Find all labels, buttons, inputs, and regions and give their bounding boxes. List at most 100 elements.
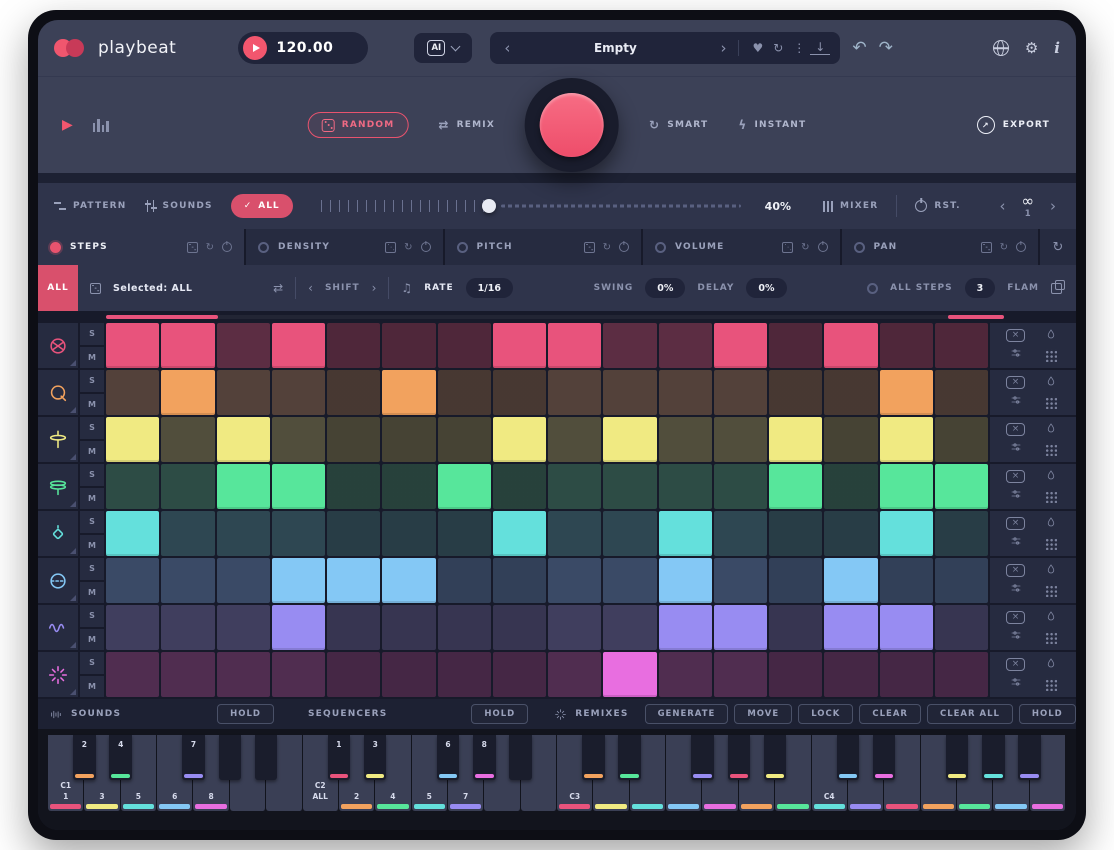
step-cell-10[interactable] [603,652,656,697]
step-cell-7[interactable] [438,370,491,415]
black-key-after-5[interactable] [255,735,278,780]
step-cell-13[interactable] [769,605,822,650]
black-key-after-15[interactable] [618,735,641,780]
step-cell-15[interactable] [880,323,933,368]
step-cell-14[interactable] [824,605,877,650]
step-cell-3[interactable] [217,370,270,415]
step-cell-13[interactable] [769,558,822,603]
export-button[interactable]: ↗ EXPORT [977,116,1050,134]
step-cell-2[interactable] [161,323,214,368]
step-cell-9[interactable] [548,370,601,415]
step-cell-9[interactable] [548,605,601,650]
humanize-drop-icon[interactable] [1045,375,1057,391]
hold-button[interactable]: HOLD [1019,704,1076,724]
humanize-drop-icon[interactable] [1045,516,1057,532]
step-cell-4[interactable] [272,464,325,509]
clear-row-icon[interactable]: × [1006,376,1025,389]
dice-icon[interactable] [584,242,595,253]
save-preset-icon[interactable]: ↓ [810,41,830,55]
step-cell-16[interactable] [935,323,988,368]
instant-button[interactable]: ϟ INSTANT [738,118,806,132]
step-cell-15[interactable] [880,370,933,415]
shift-right-button[interactable]: › [372,281,377,295]
step-cell-12[interactable] [714,511,767,556]
complexity-slider[interactable] [321,195,741,217]
clear-row-icon[interactable]: × [1006,611,1025,624]
step-cell-12[interactable] [714,652,767,697]
black-key-after-24[interactable] [946,735,969,780]
instrument-wave-icon[interactable] [38,605,78,650]
drag-handle-icon[interactable] [1044,396,1057,409]
step-cell-8[interactable] [493,558,546,603]
delay-value[interactable]: 0% [746,278,786,298]
step-cell-7[interactable] [438,652,491,697]
power-icon[interactable] [1016,242,1026,252]
step-cell-5[interactable] [327,417,380,462]
rate-value[interactable]: 1/16 [466,278,513,298]
solo-button[interactable]: S [80,464,104,486]
humanize-drop-icon[interactable] [1045,657,1057,673]
step-cell-3[interactable] [217,652,270,697]
step-cell-1[interactable] [106,605,159,650]
step-cell-16[interactable] [935,605,988,650]
drag-handle-icon[interactable] [1044,678,1057,691]
row-sliders-icon[interactable] [1010,488,1022,504]
mute-button[interactable]: M [80,347,104,369]
step-cell-6[interactable] [382,652,435,697]
step-cell-10[interactable] [603,558,656,603]
step-cell-3[interactable] [217,605,270,650]
tab-density[interactable]: DENSITY↻ [246,229,443,265]
step-cell-3[interactable] [217,558,270,603]
random-button[interactable]: RANDOM [308,112,409,138]
step-cell-6[interactable] [382,370,435,415]
step-cell-15[interactable] [880,417,933,462]
step-cell-13[interactable] [769,417,822,462]
tab-pattern[interactable]: PATTERN [54,201,127,211]
info-icon[interactable]: i [1054,39,1060,57]
black-key-after-22[interactable] [873,735,896,780]
step-cell-6[interactable] [382,605,435,650]
tab-steps[interactable]: STEPS↻ [38,229,244,265]
loop-icon[interactable]: ↻ [801,242,809,253]
step-cell-14[interactable] [824,652,877,697]
step-cell-11[interactable] [659,323,712,368]
power-icon[interactable] [421,242,431,252]
drag-handle-icon[interactable] [1044,584,1057,597]
instrument-openhat-icon[interactable] [38,464,78,509]
step-cell-14[interactable] [824,558,877,603]
step-cell-8[interactable] [493,511,546,556]
step-cell-14[interactable] [824,464,877,509]
step-cell-11[interactable] [659,417,712,462]
step-cell-2[interactable] [161,652,214,697]
drag-handle-icon[interactable] [1044,537,1057,550]
redo-button[interactable]: ↷ [879,38,893,58]
black-key-after-17[interactable] [691,735,714,780]
step-cell-1[interactable] [106,323,159,368]
black-key-after-11[interactable]: 8 [473,735,496,780]
reload-preset-icon[interactable]: ↻ [768,41,788,55]
clear-row-icon[interactable]: × [1006,329,1025,342]
shift-left-button[interactable]: ‹ [308,281,313,295]
step-cell-1[interactable] [106,417,159,462]
step-cell-4[interactable] [272,511,325,556]
step-cell-12[interactable] [714,605,767,650]
step-cell-9[interactable] [548,323,601,368]
step-cell-8[interactable] [493,323,546,368]
row-sliders-icon[interactable] [1010,394,1022,410]
step-cell-16[interactable] [935,511,988,556]
black-key-after-18[interactable] [728,735,751,780]
humanize-drop-icon[interactable] [1045,422,1057,438]
drag-handle-icon[interactable] [1044,443,1057,456]
sequencers-hold-button[interactable]: HOLD [471,704,528,724]
sounds-hold-button[interactable]: HOLD [217,704,274,724]
step-cell-1[interactable] [106,464,159,509]
step-cell-6[interactable] [382,464,435,509]
dice-icon[interactable] [385,242,396,253]
row-sliders-icon[interactable] [1010,347,1022,363]
clear-row-icon[interactable]: × [1006,564,1025,577]
move-button[interactable]: MOVE [734,704,792,724]
step-cell-9[interactable] [548,417,601,462]
step-cell-8[interactable] [493,652,546,697]
swing-value[interactable]: 0% [645,278,685,298]
step-cell-6[interactable] [382,417,435,462]
